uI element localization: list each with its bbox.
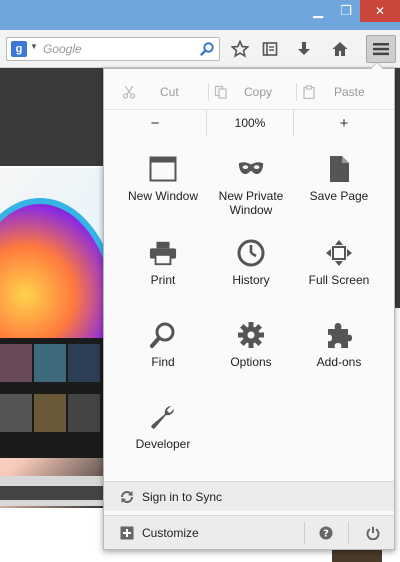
zoom-out-button[interactable]: −: [104, 110, 206, 136]
navigation-toolbar: g ▼: [0, 30, 400, 68]
cut-button[interactable]: Cut: [122, 79, 179, 105]
help-icon[interactable]: ?: [319, 526, 333, 540]
copy-button[interactable]: Copy: [214, 79, 272, 105]
star-icon[interactable]: [229, 38, 251, 60]
zoom-controls: − 100% +: [104, 109, 394, 136]
thumbnail: [68, 344, 100, 382]
clipboard-icon: [302, 85, 320, 99]
maximize-button[interactable]: ❐: [332, 0, 360, 22]
separator: [208, 83, 209, 101]
page-footer-bar: [0, 486, 104, 500]
search-box[interactable]: g ▼: [6, 37, 220, 61]
sign-in-to-sync-button[interactable]: Sign in to Sync: [104, 481, 394, 511]
sync-label: Sign in to Sync: [142, 490, 223, 504]
new-window-button[interactable]: New Window: [118, 155, 208, 235]
addons-label: Add-ons: [316, 355, 362, 369]
separator: [348, 522, 349, 544]
mask-icon: [237, 155, 265, 183]
new-window-label: New Window: [127, 189, 199, 203]
download-icon[interactable]: [293, 38, 315, 60]
panel-footer: Customize ?: [104, 515, 394, 549]
thumbnail: [0, 394, 32, 432]
page-icon: [325, 155, 353, 183]
separator: [304, 522, 305, 544]
hamburger-menu-icon[interactable]: [366, 35, 396, 63]
zoom-in-button[interactable]: +: [294, 110, 394, 136]
window-icon: [149, 155, 177, 183]
bookmarks-list-icon[interactable]: [259, 38, 281, 60]
find-button[interactable]: Find: [118, 321, 208, 401]
chevron-down-icon[interactable]: ▼: [30, 42, 38, 51]
thumbnail: [0, 344, 32, 382]
paste-label: Paste: [334, 85, 365, 99]
thumbnail: [68, 394, 100, 432]
search-icon[interactable]: [199, 41, 215, 57]
copy-icon: [214, 85, 232, 99]
magnifier-icon: [149, 321, 177, 349]
home-icon[interactable]: [329, 38, 351, 60]
options-button[interactable]: Options: [206, 321, 296, 401]
search-engine-icon[interactable]: g: [11, 41, 27, 57]
developer-button[interactable]: Developer: [118, 403, 208, 483]
thumbnail: [34, 344, 66, 382]
puzzle-piece-icon: [325, 321, 353, 349]
search-input[interactable]: [43, 41, 193, 57]
history-button[interactable]: History: [206, 239, 296, 319]
find-label: Find: [151, 355, 175, 369]
new-private-window-label: New Private Window: [218, 189, 284, 217]
svg-text:?: ?: [323, 529, 329, 540]
developer-label: Developer: [135, 437, 191, 451]
full-screen-button[interactable]: Full Screen: [294, 239, 384, 319]
plus-box-icon: [120, 526, 134, 540]
addons-button[interactable]: Add-ons: [294, 321, 384, 401]
new-private-window-button[interactable]: New Private Window: [206, 155, 296, 235]
full-screen-icon: [325, 239, 353, 267]
paste-button[interactable]: Paste: [302, 79, 365, 105]
sync-icon: [120, 490, 134, 504]
edit-controls: Cut Copy Paste: [104, 79, 394, 105]
cut-label: Cut: [160, 85, 179, 99]
minimize-button[interactable]: ▁: [304, 0, 332, 22]
print-label: Print: [150, 273, 176, 287]
print-button[interactable]: Print: [118, 239, 208, 319]
zoom-reset-button[interactable]: 100%: [206, 110, 294, 136]
options-label: Options: [230, 355, 272, 369]
separator: [296, 83, 297, 101]
close-window-button[interactable]: ✕: [360, 0, 400, 22]
clock-icon: [237, 239, 265, 267]
power-icon[interactable]: [366, 526, 380, 540]
copy-label: Copy: [244, 85, 273, 99]
thumbnail: [34, 394, 66, 432]
history-label: History: [232, 273, 270, 287]
panel-pointer-inner: [371, 63, 383, 69]
window-titlebar: ▁ ❐ ✕: [0, 0, 400, 30]
customize-label: Customize: [142, 526, 199, 540]
scissors-icon: [122, 85, 140, 99]
customize-button[interactable]: Customize: [104, 516, 304, 550]
page-header-band: [0, 68, 110, 166]
save-page-label: Save Page: [309, 189, 369, 203]
app-menu-panel: Cut Copy Paste − 100% + New Window New P…: [103, 68, 395, 550]
gear-icon: [237, 321, 265, 349]
printer-icon: [149, 239, 177, 267]
thumbnail-grid: [0, 338, 104, 458]
save-page-button[interactable]: Save Page: [294, 155, 384, 235]
full-screen-label: Full Screen: [308, 273, 370, 287]
wrench-icon: [149, 403, 177, 431]
